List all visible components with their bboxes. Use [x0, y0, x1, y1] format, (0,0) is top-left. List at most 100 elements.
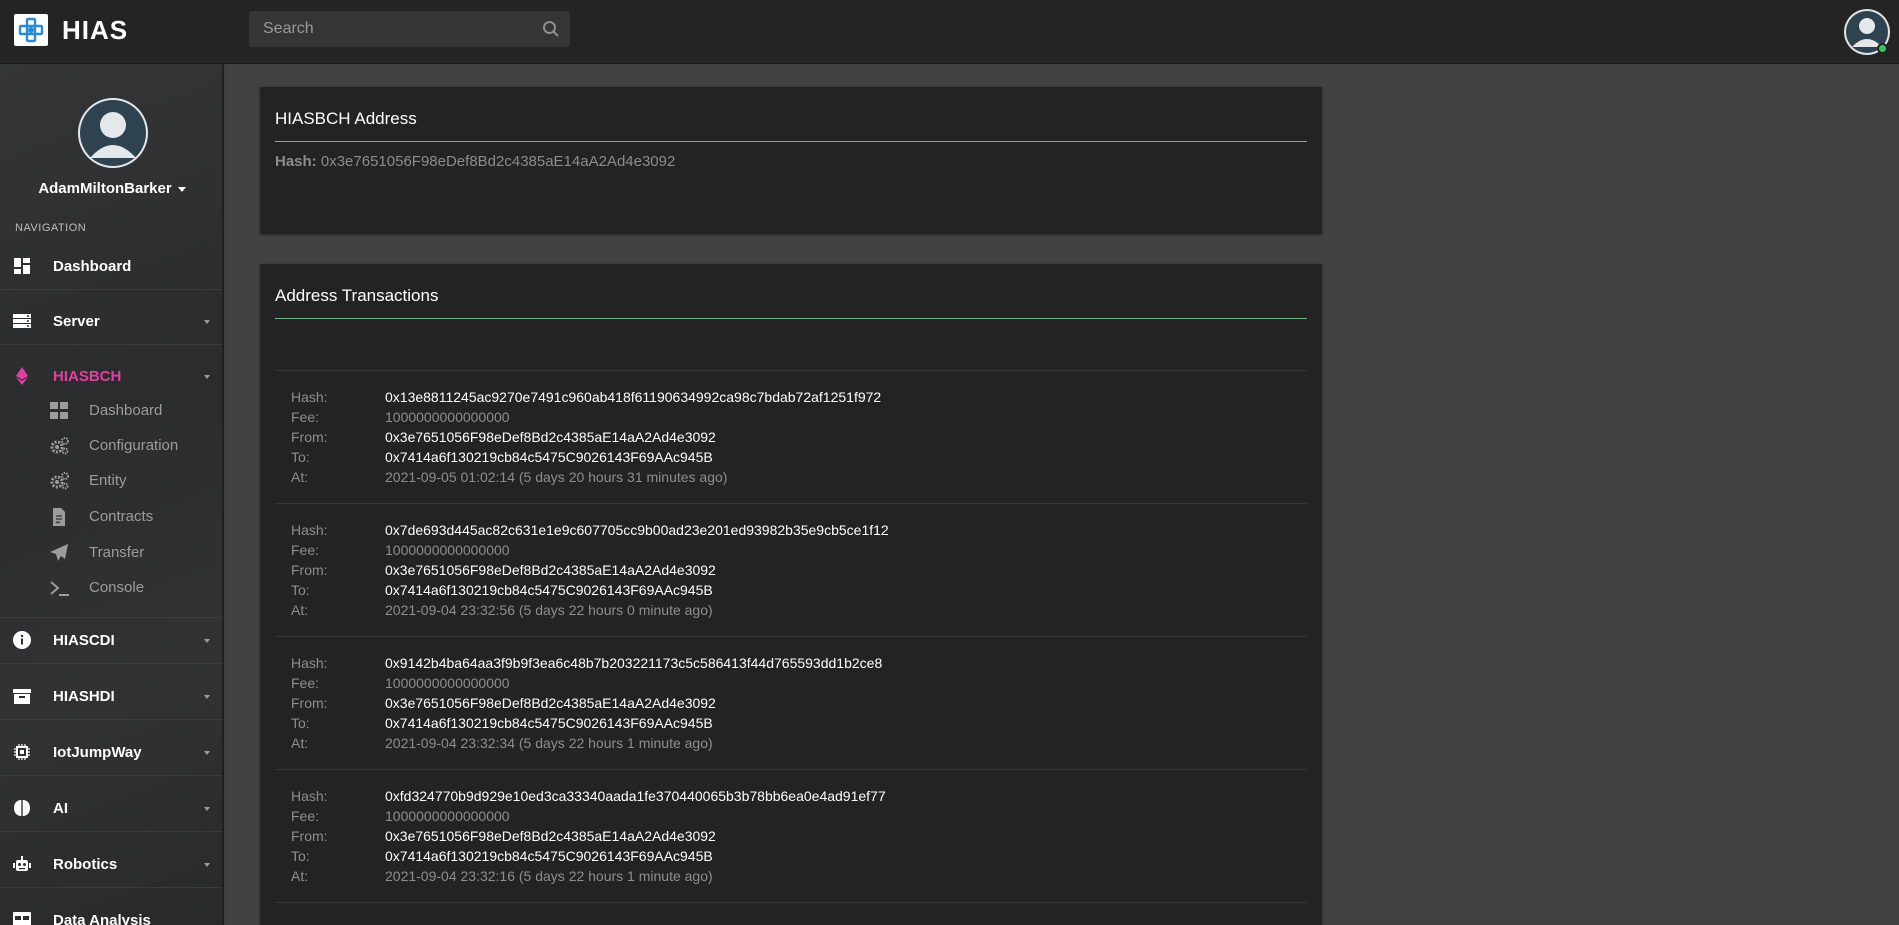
hash-label: Hash:: [275, 153, 317, 170]
tx-from[interactable]: 0x3e7651056F98eDef8Bd2c4385aE14aA2Ad4e30…: [385, 828, 716, 844]
sidebar-item-label: Robotics: [53, 856, 118, 873]
contract-icon: [53, 508, 65, 526]
tx-to[interactable]: 0x7414a6f130219cb84c5475C9026143F69AAc94…: [385, 715, 713, 731]
table-icon: [13, 912, 31, 925]
sidebar-item-iotjumpway[interactable]: IotJumpWay: [0, 730, 222, 776]
sidebar-item-dashboard[interactable]: Dashboard: [0, 244, 222, 290]
sidebar-subitem-label: Contracts: [89, 508, 154, 525]
sidebar-subitem-label: Console: [89, 579, 145, 596]
fee-label: Fee:: [291, 808, 320, 824]
sidebar-subitem-entity[interactable]: Entity: [0, 464, 222, 498]
tx-hash[interactable]: 0x7de693d445ac82c631e1e9c607705cc9b00ad2…: [385, 522, 889, 538]
hash-label: Hash:: [291, 389, 328, 405]
info-icon: [13, 631, 31, 649]
search-icon[interactable]: [542, 20, 560, 38]
transaction-row: [275, 902, 1307, 925]
tx-fee: 1000000000000000: [385, 542, 510, 558]
archive-icon: [13, 689, 31, 704]
at-label: At:: [291, 735, 309, 751]
tx-fee: 1000000000000000: [385, 409, 510, 425]
from-label: From:: [291, 429, 328, 445]
sidebar-subitem-transfer[interactable]: Transfer: [0, 536, 222, 570]
card-title: Address Transactions: [275, 286, 439, 305]
paper-plane-icon: [50, 544, 68, 561]
sidebar-item-hiashdi[interactable]: HIASHDI: [0, 674, 222, 720]
hias-logo-icon[interactable]: [14, 14, 48, 46]
chevron-down-icon: [204, 807, 210, 811]
search-input[interactable]: [249, 11, 529, 47]
username-dropdown[interactable]: AdamMiltonBarker: [0, 180, 222, 197]
sidebar-item-robotics[interactable]: Robotics: [0, 842, 222, 888]
tx-hash[interactable]: 0x9142b4ba64aa3f9b9f3ea6c48b7b203221173c…: [385, 655, 882, 671]
chevron-down-icon: [204, 695, 210, 699]
transaction-row: Hash: 0x9142b4ba64aa3f9b9f3ea6c48b7b20322…: [275, 636, 1307, 769]
card-divider: [275, 318, 1307, 319]
terminal-icon: [50, 581, 69, 596]
sidebar-item-label: HIASBCH: [53, 368, 122, 385]
address-hash: Hash: 0x3e7651056F98eDef8Bd2c4385aE14aA2…: [275, 153, 675, 170]
transaction-row: Hash: 0xfd324770b9d929e10ed3ca33340aada1f…: [275, 769, 1307, 902]
from-label: From:: [291, 562, 328, 578]
sidebar-item-ai[interactable]: AI: [0, 786, 222, 832]
chevron-down-icon: [204, 751, 210, 755]
transactions-card: Address Transactions Hash: 0x13e8811245ac…: [260, 264, 1322, 925]
tx-hash[interactable]: 0x13e8811245ac9270e7491c960ab418f6119063…: [385, 389, 881, 405]
from-label: From:: [291, 695, 328, 711]
sidebar: AdamMiltonBarker NAVIGATION Dashboard Se…: [0, 64, 224, 925]
hash-label: Hash:: [291, 655, 328, 671]
tx-from[interactable]: 0x3e7651056F98eDef8Bd2c4385aE14aA2Ad4e30…: [385, 429, 716, 445]
hash-label: Hash:: [291, 788, 328, 804]
sidebar-item-label: HIASHDI: [53, 688, 115, 705]
to-label: To:: [291, 449, 310, 465]
tx-from[interactable]: 0x3e7651056F98eDef8Bd2c4385aE14aA2Ad4e30…: [385, 562, 716, 578]
tx-fee: 1000000000000000: [385, 675, 510, 691]
dashboard-icon: [14, 258, 30, 274]
card-title: HIASBCH Address: [275, 109, 417, 128]
sidebar-item-label: HIASCDI: [53, 632, 115, 649]
fee-label: Fee:: [291, 409, 320, 425]
chevron-down-icon: [204, 320, 210, 324]
sidebar-subitem-label: Dashboard: [89, 402, 163, 419]
sidebar-item-label: IotJumpWay: [53, 744, 142, 761]
at-label: At:: [291, 602, 309, 618]
sidebar-subitem-console[interactable]: Console: [0, 571, 222, 605]
sidebar-item-server[interactable]: Server: [0, 299, 222, 345]
transaction-row: Hash: 0x7de693d445ac82c631e1e9c607705cc9b…: [275, 503, 1307, 636]
at-label: At:: [291, 469, 309, 485]
tx-to[interactable]: 0x7414a6f130219cb84c5475C9026143F69AAc94…: [385, 848, 713, 864]
hash-value: 0x3e7651056F98eDef8Bd2c4385aE14aA2Ad4e30…: [320, 153, 676, 170]
tx-timestamp: 2021-09-04 23:32:16 (5 days 22 hours 1 m…: [385, 868, 713, 884]
chevron-down-icon: [204, 375, 210, 379]
gears-icon: [50, 437, 69, 455]
username-label: AdamMiltonBarker: [38, 180, 172, 197]
sidebar-subitem-contracts[interactable]: Contracts: [0, 500, 222, 534]
sidebar-item-label: Server: [53, 313, 100, 330]
dashboard-icon: [50, 402, 68, 419]
to-label: To:: [291, 715, 310, 731]
sidebar-item-hiascdi[interactable]: HIASCDI: [0, 618, 222, 664]
sidebar-subitem-label: Entity: [89, 472, 127, 489]
sidebar-subitem-dashboard[interactable]: Dashboard: [0, 394, 222, 428]
sidebar-subitem-configuration[interactable]: Configuration: [0, 429, 222, 463]
server-icon: [13, 314, 31, 328]
tx-from[interactable]: 0x3e7651056F98eDef8Bd2c4385aE14aA2Ad4e30…: [385, 695, 716, 711]
gears-icon: [50, 472, 69, 490]
sidebar-subitem-label: Transfer: [89, 544, 145, 561]
tx-fee: 1000000000000000: [385, 808, 510, 824]
chevron-down-icon: [204, 639, 210, 643]
at-label: At:: [291, 868, 309, 884]
search-box[interactable]: [249, 11, 570, 47]
tx-to[interactable]: 0x7414a6f130219cb84c5475C9026143F69AAc94…: [385, 449, 713, 465]
brain-icon: [14, 800, 30, 816]
brand-name[interactable]: HIAS: [62, 15, 128, 46]
tx-timestamp: 2021-09-04 23:32:56 (5 days 22 hours 0 m…: [385, 602, 713, 618]
sidebar-item-label: Dashboard: [53, 258, 132, 275]
tx-timestamp: 2021-09-05 01:02:14 (5 days 20 hours 31 …: [385, 469, 728, 485]
ethereum-icon: [16, 367, 28, 385]
tx-hash[interactable]: 0xfd324770b9d929e10ed3ca33340aada1fe3704…: [385, 788, 886, 804]
profile-avatar[interactable]: [78, 98, 148, 168]
card-divider: [275, 141, 1307, 142]
sidebar-item-data-analysis[interactable]: Data Analysis: [0, 898, 222, 925]
tx-to[interactable]: 0x7414a6f130219cb84c5475C9026143F69AAc94…: [385, 582, 713, 598]
sidebar-item-label: AI: [53, 800, 68, 817]
